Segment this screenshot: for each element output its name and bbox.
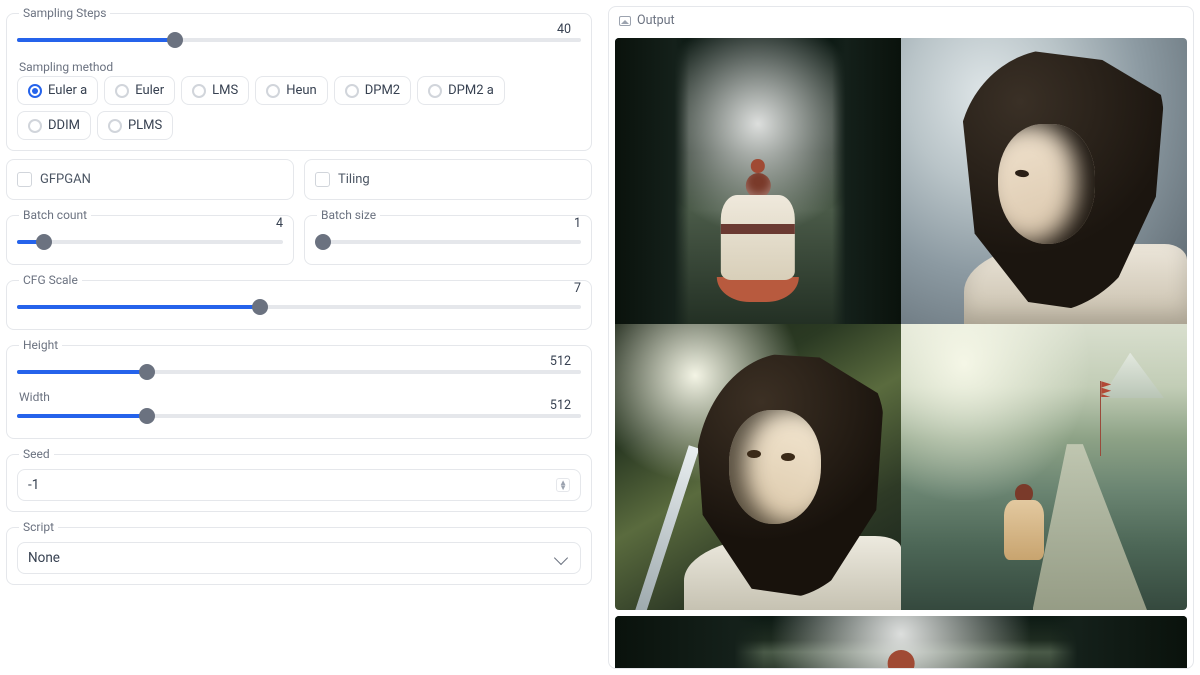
- sampling-method-dpm2-a[interactable]: DPM2 a: [417, 76, 505, 105]
- script-value: None: [28, 550, 60, 566]
- radio-icon: [266, 84, 280, 98]
- seed-card: Seed -1 ▲▼: [6, 447, 592, 512]
- cfg-scale-slider[interactable]: [17, 295, 581, 319]
- sampling-steps-slider[interactable]: [17, 28, 581, 52]
- radio-label: Euler a: [48, 83, 87, 98]
- sampling-method-euler[interactable]: Euler: [104, 76, 175, 105]
- seed-value: -1: [28, 477, 39, 493]
- output-image-grid[interactable]: [615, 38, 1187, 610]
- radio-label: Heun: [286, 83, 317, 98]
- sampling-method-group: Euler a Euler LMS Heun DPM2 DPM2 a DDIM PLMS: [17, 76, 581, 140]
- radio-icon: [192, 84, 206, 98]
- height-slider[interactable]: [17, 360, 581, 384]
- sampling-steps-label: Sampling Steps: [19, 6, 110, 20]
- batch-size-card: Batch size 1: [304, 208, 592, 265]
- cfg-scale-label: CFG Scale: [19, 273, 82, 287]
- gfpgan-checkbox[interactable]: [17, 172, 32, 187]
- cfg-scale-card: CFG Scale 7: [6, 273, 592, 330]
- output-image-2[interactable]: [901, 38, 1187, 324]
- batch-size-slider[interactable]: [315, 230, 581, 254]
- width-label: Width: [19, 390, 581, 404]
- height-label: Height: [19, 338, 62, 352]
- cfg-scale-value: 7: [572, 281, 583, 296]
- spinner-icon[interactable]: ▲▼: [556, 478, 570, 492]
- radio-label: LMS: [212, 83, 238, 98]
- tiling-card: Tiling: [304, 159, 592, 200]
- script-select[interactable]: None: [17, 542, 581, 574]
- gfpgan-card: GFPGAN: [6, 159, 294, 200]
- output-image-4[interactable]: [901, 324, 1187, 610]
- sampling-method-label: Sampling method: [19, 60, 581, 74]
- sampling-card: Sampling Steps 40 Sampling method Euler …: [6, 6, 592, 151]
- radio-icon: [428, 84, 442, 98]
- radio-label: DPM2 a: [448, 83, 494, 98]
- tiling-label: Tiling: [338, 172, 370, 187]
- seed-input[interactable]: -1 ▲▼: [17, 469, 581, 501]
- gfpgan-label: GFPGAN: [40, 172, 91, 187]
- sampling-method-heun[interactable]: Heun: [255, 76, 328, 105]
- radio-icon: [28, 119, 42, 133]
- batch-count-card: Batch count 4: [6, 208, 294, 265]
- output-panel: Output: [608, 6, 1194, 669]
- radio-icon: [115, 84, 129, 98]
- radio-icon: [345, 84, 359, 98]
- seed-label: Seed: [19, 447, 54, 461]
- output-label: Output: [637, 13, 675, 28]
- radio-label: PLMS: [128, 118, 162, 133]
- chevron-down-icon: [554, 551, 568, 565]
- batch-count-value: 4: [274, 216, 285, 231]
- image-icon: [619, 16, 631, 26]
- script-label: Script: [19, 520, 58, 534]
- script-card: Script None: [6, 520, 592, 585]
- output-thumbnail-strip[interactable]: [615, 616, 1187, 668]
- dimensions-card: Height 512 Width 512: [6, 338, 592, 439]
- batch-count-slider[interactable]: [17, 230, 283, 254]
- batch-size-value: 1: [572, 216, 583, 231]
- radio-label: DPM2: [365, 83, 400, 98]
- batch-size-label: Batch size: [317, 208, 380, 222]
- width-slider[interactable]: [17, 404, 581, 428]
- radio-label: DDIM: [48, 118, 80, 133]
- tiling-checkbox[interactable]: [315, 172, 330, 187]
- sampling-method-dpm2[interactable]: DPM2: [334, 76, 411, 105]
- sampling-method-euler-a[interactable]: Euler a: [17, 76, 98, 105]
- output-image-1[interactable]: [615, 38, 901, 324]
- batch-count-label: Batch count: [19, 208, 91, 222]
- sampling-method-plms[interactable]: PLMS: [97, 111, 173, 140]
- radio-label: Euler: [135, 83, 164, 98]
- sampling-method-ddim[interactable]: DDIM: [17, 111, 91, 140]
- sampling-method-lms[interactable]: LMS: [181, 76, 249, 105]
- radio-icon: [108, 119, 122, 133]
- output-image-3[interactable]: [615, 324, 901, 610]
- radio-icon: [28, 84, 42, 98]
